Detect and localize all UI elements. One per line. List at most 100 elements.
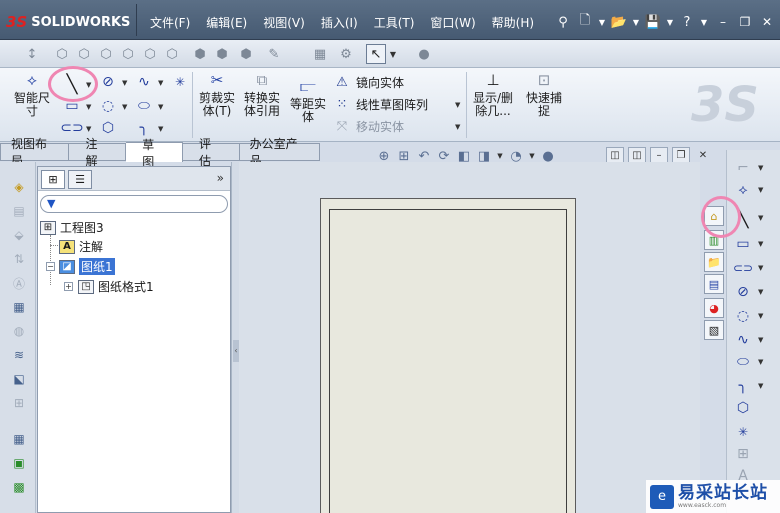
view-trimetric-icon[interactable]: ⬢	[236, 44, 256, 64]
view-front-icon[interactable]: ⬡	[52, 44, 72, 64]
right-slot-icon[interactable]: ⊂⊃	[733, 258, 753, 278]
custom-properties-icon[interactable]: ▧	[704, 320, 724, 340]
table-tool-icon[interactable]: ▦	[310, 44, 330, 64]
right-slot-dropdown-icon[interactable]: ▼	[758, 264, 763, 272]
menu-window[interactable]: 窗口(W)	[422, 10, 483, 34]
mirror-entities-button[interactable]: ⚠ 镜向实体	[334, 74, 404, 91]
tile-right-icon[interactable]: ◫	[628, 147, 646, 163]
tab-annotation[interactable]: 注解	[69, 137, 127, 168]
sketch-icon[interactable]: ⌐	[733, 158, 753, 178]
linear-pattern-dropdown-icon[interactable]: ▼	[455, 101, 460, 109]
hatch-icon[interactable]: ≋	[10, 346, 28, 364]
feature-tree-tab-icon[interactable]: ⊞	[41, 170, 65, 189]
flip-icon[interactable]: ⇅	[10, 250, 28, 268]
display-style-dropdown-icon[interactable]: ▼	[496, 152, 504, 160]
sheet-format-expand-icon[interactable]: +	[64, 282, 73, 291]
ellipse-icon[interactable]: ⬭	[134, 96, 154, 116]
doc-close-icon[interactable]: ✕	[694, 147, 712, 163]
right-smart-dimension-icon[interactable]: ⟡	[733, 180, 753, 200]
layer-icon[interactable]: ◈	[10, 178, 28, 196]
right-arc-icon[interactable]: ◌	[733, 306, 753, 326]
view-iso-icon[interactable]: ⬢	[190, 44, 210, 64]
right-circle-icon[interactable]: ⊘	[733, 282, 753, 302]
table-icon[interactable]: ▤	[10, 202, 28, 220]
tree-item-annotations[interactable]: A 注解	[59, 238, 103, 255]
menu-insert[interactable]: 插入(I)	[313, 10, 366, 34]
open-folder-icon[interactable]: 📂	[608, 11, 630, 33]
right-circle-dropdown-icon[interactable]: ▼	[758, 288, 763, 296]
tile-left-icon[interactable]: ◫	[606, 147, 624, 163]
file-explorer-icon[interactable]: 📁	[704, 252, 724, 272]
weld-icon[interactable]: ⊞	[10, 394, 28, 412]
note-icon[interactable]: Ⓐ	[10, 274, 28, 292]
ellipse-dropdown-icon[interactable]: ▼	[158, 103, 163, 111]
right-grid-icon[interactable]: ⊞	[733, 444, 753, 464]
right-fillet-icon[interactable]: ╮	[733, 376, 753, 396]
select-dropdown-icon[interactable]: ▼	[386, 44, 400, 64]
menu-help[interactable]: 帮助(H)	[484, 10, 542, 34]
rectangle-icon[interactable]: ▭	[62, 96, 82, 116]
offset-entities-button[interactable]: ⫍ 等距实体	[288, 79, 328, 124]
convert-entities-button[interactable]: ⧉ 转换实体引用	[240, 73, 284, 118]
panel-splitter[interactable]: ‹	[231, 162, 239, 513]
help-icon[interactable]: ?	[676, 11, 698, 33]
options-icon[interactable]: ●	[414, 44, 434, 64]
right-fillet-dropdown-icon[interactable]: ▼	[758, 382, 763, 390]
hole-table-icon[interactable]: ▦	[10, 298, 28, 316]
normal-to-icon[interactable]: ↕	[22, 44, 42, 64]
spline-dropdown-icon[interactable]: ▼	[158, 79, 163, 87]
rebuild-tool-icon[interactable]: ⚙	[336, 44, 356, 64]
help-dropdown-icon[interactable]: ▼	[698, 11, 710, 33]
view-left-icon[interactable]: ⬡	[96, 44, 116, 64]
select-arrow-icon[interactable]: ↖	[366, 44, 386, 64]
model-items-icon[interactable]: ⬙	[10, 226, 28, 244]
right-arc-dropdown-icon[interactable]: ▼	[758, 312, 763, 320]
menu-view[interactable]: 视图(V)	[255, 10, 313, 34]
tree-item-drawing[interactable]: ⊞ 工程图3	[40, 219, 104, 236]
line-dropdown-icon[interactable]: ▼	[86, 81, 91, 89]
right-dimension-dropdown-icon[interactable]: ▼	[758, 186, 763, 194]
close-icon[interactable]: ✕	[758, 13, 776, 31]
circle-icon[interactable]: ⊘	[98, 72, 118, 92]
arc-icon[interactable]: ◌	[98, 96, 118, 116]
restore-icon[interactable]: ❐	[736, 13, 754, 31]
new-document-icon[interactable]: 🗋	[574, 11, 596, 33]
datum-icon[interactable]: ⬕	[10, 370, 28, 388]
bom-icon[interactable]: ▦	[10, 430, 28, 448]
home-icon[interactable]: ⌂	[704, 206, 724, 226]
point-icon[interactable]: ✳	[170, 72, 190, 92]
arc-dropdown-icon[interactable]: ▼	[122, 103, 127, 111]
appearances-icon[interactable]: ◕	[704, 298, 724, 318]
new-dropdown-icon[interactable]: ▼	[596, 11, 608, 33]
right-rectangle-icon[interactable]: ▭	[733, 234, 753, 254]
revision-table-icon[interactable]: ▣	[10, 454, 28, 472]
view-right-icon[interactable]: ⬡	[118, 44, 138, 64]
view-back-icon[interactable]: ⬡	[74, 44, 94, 64]
general-table-icon[interactable]: ▩	[10, 478, 28, 496]
view-top-icon[interactable]: ⬡	[140, 44, 160, 64]
move-dropdown-icon[interactable]: ▼	[455, 123, 460, 131]
view-palette-icon[interactable]: ▤	[704, 274, 724, 294]
tab-evaluate[interactable]: 评估	[182, 137, 240, 168]
menu-tools[interactable]: 工具(T)	[366, 10, 423, 34]
quick-snaps-button[interactable]: ⊡ 快速捕捉	[522, 73, 566, 118]
balloon-icon[interactable]: ◍	[10, 322, 28, 340]
save-dropdown-icon[interactable]: ▼	[664, 11, 676, 33]
tab-view-layout[interactable]: 视图布局	[0, 137, 70, 168]
pen-icon[interactable]: ✎	[264, 44, 284, 64]
slot-dropdown-icon[interactable]: ▼	[86, 125, 91, 133]
hide-show-dropdown-icon[interactable]: ▼	[528, 152, 536, 160]
tab-sketch[interactable]: 草图	[126, 138, 183, 169]
right-line-dropdown-icon[interactable]: ▼	[758, 214, 763, 222]
open-dropdown-icon[interactable]: ▼	[630, 11, 642, 33]
menu-edit[interactable]: 编辑(E)	[198, 10, 255, 34]
right-ellipse-dropdown-icon[interactable]: ▼	[758, 358, 763, 366]
smart-dimension-button[interactable]: ⟡ 智能尺寸	[10, 73, 54, 118]
right-rectangle-dropdown-icon[interactable]: ▼	[758, 240, 763, 248]
doc-restore-icon[interactable]: ❐	[672, 147, 690, 163]
right-ellipse-icon[interactable]: ⬭	[733, 352, 753, 372]
tab-office-products[interactable]: 办公室产品	[239, 137, 320, 168]
view-bottom-icon[interactable]: ⬡	[162, 44, 182, 64]
fillet-dropdown-icon[interactable]: ▼	[158, 125, 163, 133]
line-icon[interactable]: ╲	[62, 74, 82, 95]
